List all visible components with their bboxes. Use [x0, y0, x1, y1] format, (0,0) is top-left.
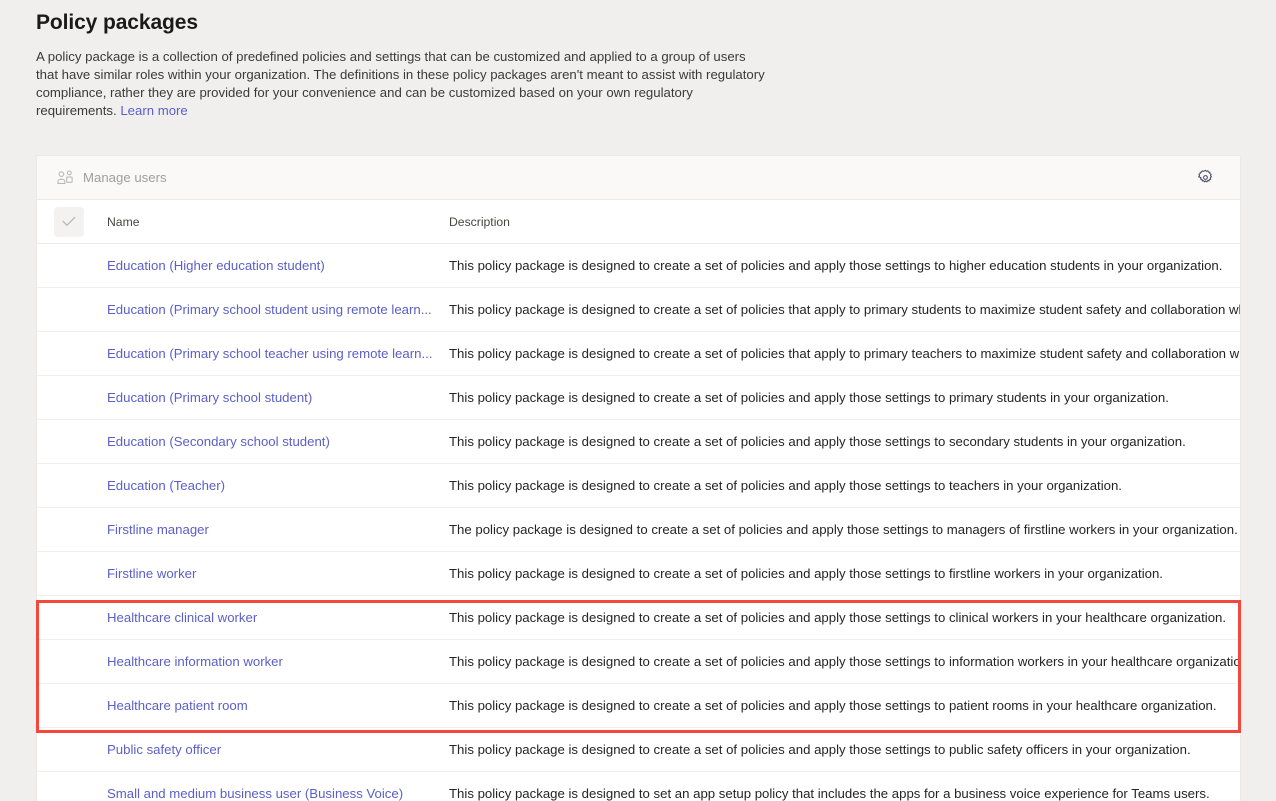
column-header-description[interactable]: Description — [449, 215, 1240, 229]
table-header-row: Name Description — [37, 200, 1240, 244]
policy-package-link[interactable]: Firstline worker — [107, 566, 449, 581]
table-row[interactable]: Healthcare clinical worker This policy pa… — [37, 596, 1240, 640]
table-row[interactable]: Firstline manager The policy package is d… — [37, 508, 1240, 552]
page-title: Policy packages — [36, 11, 198, 34]
manage-users-label: Manage users — [83, 170, 167, 185]
column-header-name[interactable]: Name — [107, 215, 449, 229]
learn-more-link[interactable]: Learn more — [120, 103, 187, 118]
policy-package-link[interactable]: Education (Primary school student) — [107, 390, 449, 405]
select-all-checkbox[interactable] — [54, 206, 84, 237]
policy-package-link[interactable]: Education (Secondary school student) — [107, 434, 449, 449]
policy-package-description: This policy package is designed to creat… — [449, 698, 1217, 713]
table-row[interactable]: Public safety officer This policy package… — [37, 728, 1240, 772]
policy-package-link[interactable]: Healthcare patient room — [107, 698, 449, 713]
policy-package-link[interactable]: Education (Higher education student) — [107, 258, 449, 273]
policy-packages-page: Policy packages A policy package is a co… — [0, 0, 1276, 801]
policy-package-description: This policy package is designed to creat… — [449, 478, 1122, 493]
policy-package-link[interactable]: Public safety officer — [107, 742, 449, 757]
policy-package-description: This policy package is designed to creat… — [449, 742, 1191, 757]
policy-packages-card: Manage users Name Description Education … — [36, 155, 1241, 801]
policy-package-description: This policy package is designed to creat… — [449, 390, 1169, 405]
table-row[interactable]: Small and medium business user (Business… — [37, 772, 1240, 801]
policy-package-description: This policy package is designed to creat… — [449, 566, 1163, 581]
people-icon — [57, 170, 74, 185]
policy-package-link[interactable]: Healthcare information worker — [107, 654, 449, 669]
table-row[interactable]: Education (Higher education student) This… — [37, 244, 1240, 288]
table-row[interactable]: Education (Teacher) This policy package i… — [37, 464, 1240, 508]
table-row[interactable]: Education (Primary school teacher using … — [37, 332, 1240, 376]
table-row[interactable]: Healthcare patient room This policy packa… — [37, 684, 1240, 728]
policy-packages-table: Name Description Education (Higher educa… — [37, 200, 1240, 801]
gear-icon — [1197, 169, 1214, 186]
page-description: A policy package is a collection of pred… — [36, 48, 771, 120]
policy-package-link[interactable]: Education (Primary school student using … — [107, 302, 449, 317]
policy-package-description: This policy package is designed to creat… — [449, 434, 1186, 449]
policy-package-description: This policy package is designed to creat… — [449, 302, 1240, 317]
policy-package-description: The policy package is designed to create… — [449, 522, 1238, 537]
policy-package-description: This policy package is designed to creat… — [449, 258, 1223, 273]
page-header: Policy packages A policy package is a co… — [0, 0, 1276, 120]
checkmark-icon — [62, 216, 76, 227]
command-bar: Manage users — [37, 156, 1240, 200]
settings-button[interactable] — [1192, 165, 1218, 191]
table-row[interactable]: Education (Secondary school student) This… — [37, 420, 1240, 464]
policy-package-description: This policy package is designed to set a… — [449, 786, 1210, 801]
table-row[interactable]: Healthcare information worker This policy… — [37, 640, 1240, 684]
policy-package-description: This policy package is designed to creat… — [449, 654, 1240, 669]
command-bar-right — [1192, 165, 1226, 191]
policy-package-link[interactable]: Small and medium business user (Business… — [107, 786, 449, 801]
table-row[interactable]: Education (Primary school student) This p… — [37, 376, 1240, 420]
manage-users-button[interactable]: Manage users — [51, 162, 173, 194]
policy-package-link[interactable]: Healthcare clinical worker — [107, 610, 449, 625]
policy-package-link[interactable]: Education (Teacher) — [107, 478, 449, 493]
policy-package-link[interactable]: Education (Primary school teacher using … — [107, 346, 449, 361]
policy-package-description: This policy package is designed to creat… — [449, 610, 1227, 625]
select-all-cell — [37, 206, 107, 237]
policy-package-link[interactable]: Firstline manager — [107, 522, 449, 537]
table-body: Education (Higher education student) This… — [37, 244, 1240, 801]
table-row[interactable]: Education (Primary school student using … — [37, 288, 1240, 332]
table-row[interactable]: Firstline worker This policy package is d… — [37, 552, 1240, 596]
policy-package-description: This policy package is designed to creat… — [449, 346, 1240, 361]
